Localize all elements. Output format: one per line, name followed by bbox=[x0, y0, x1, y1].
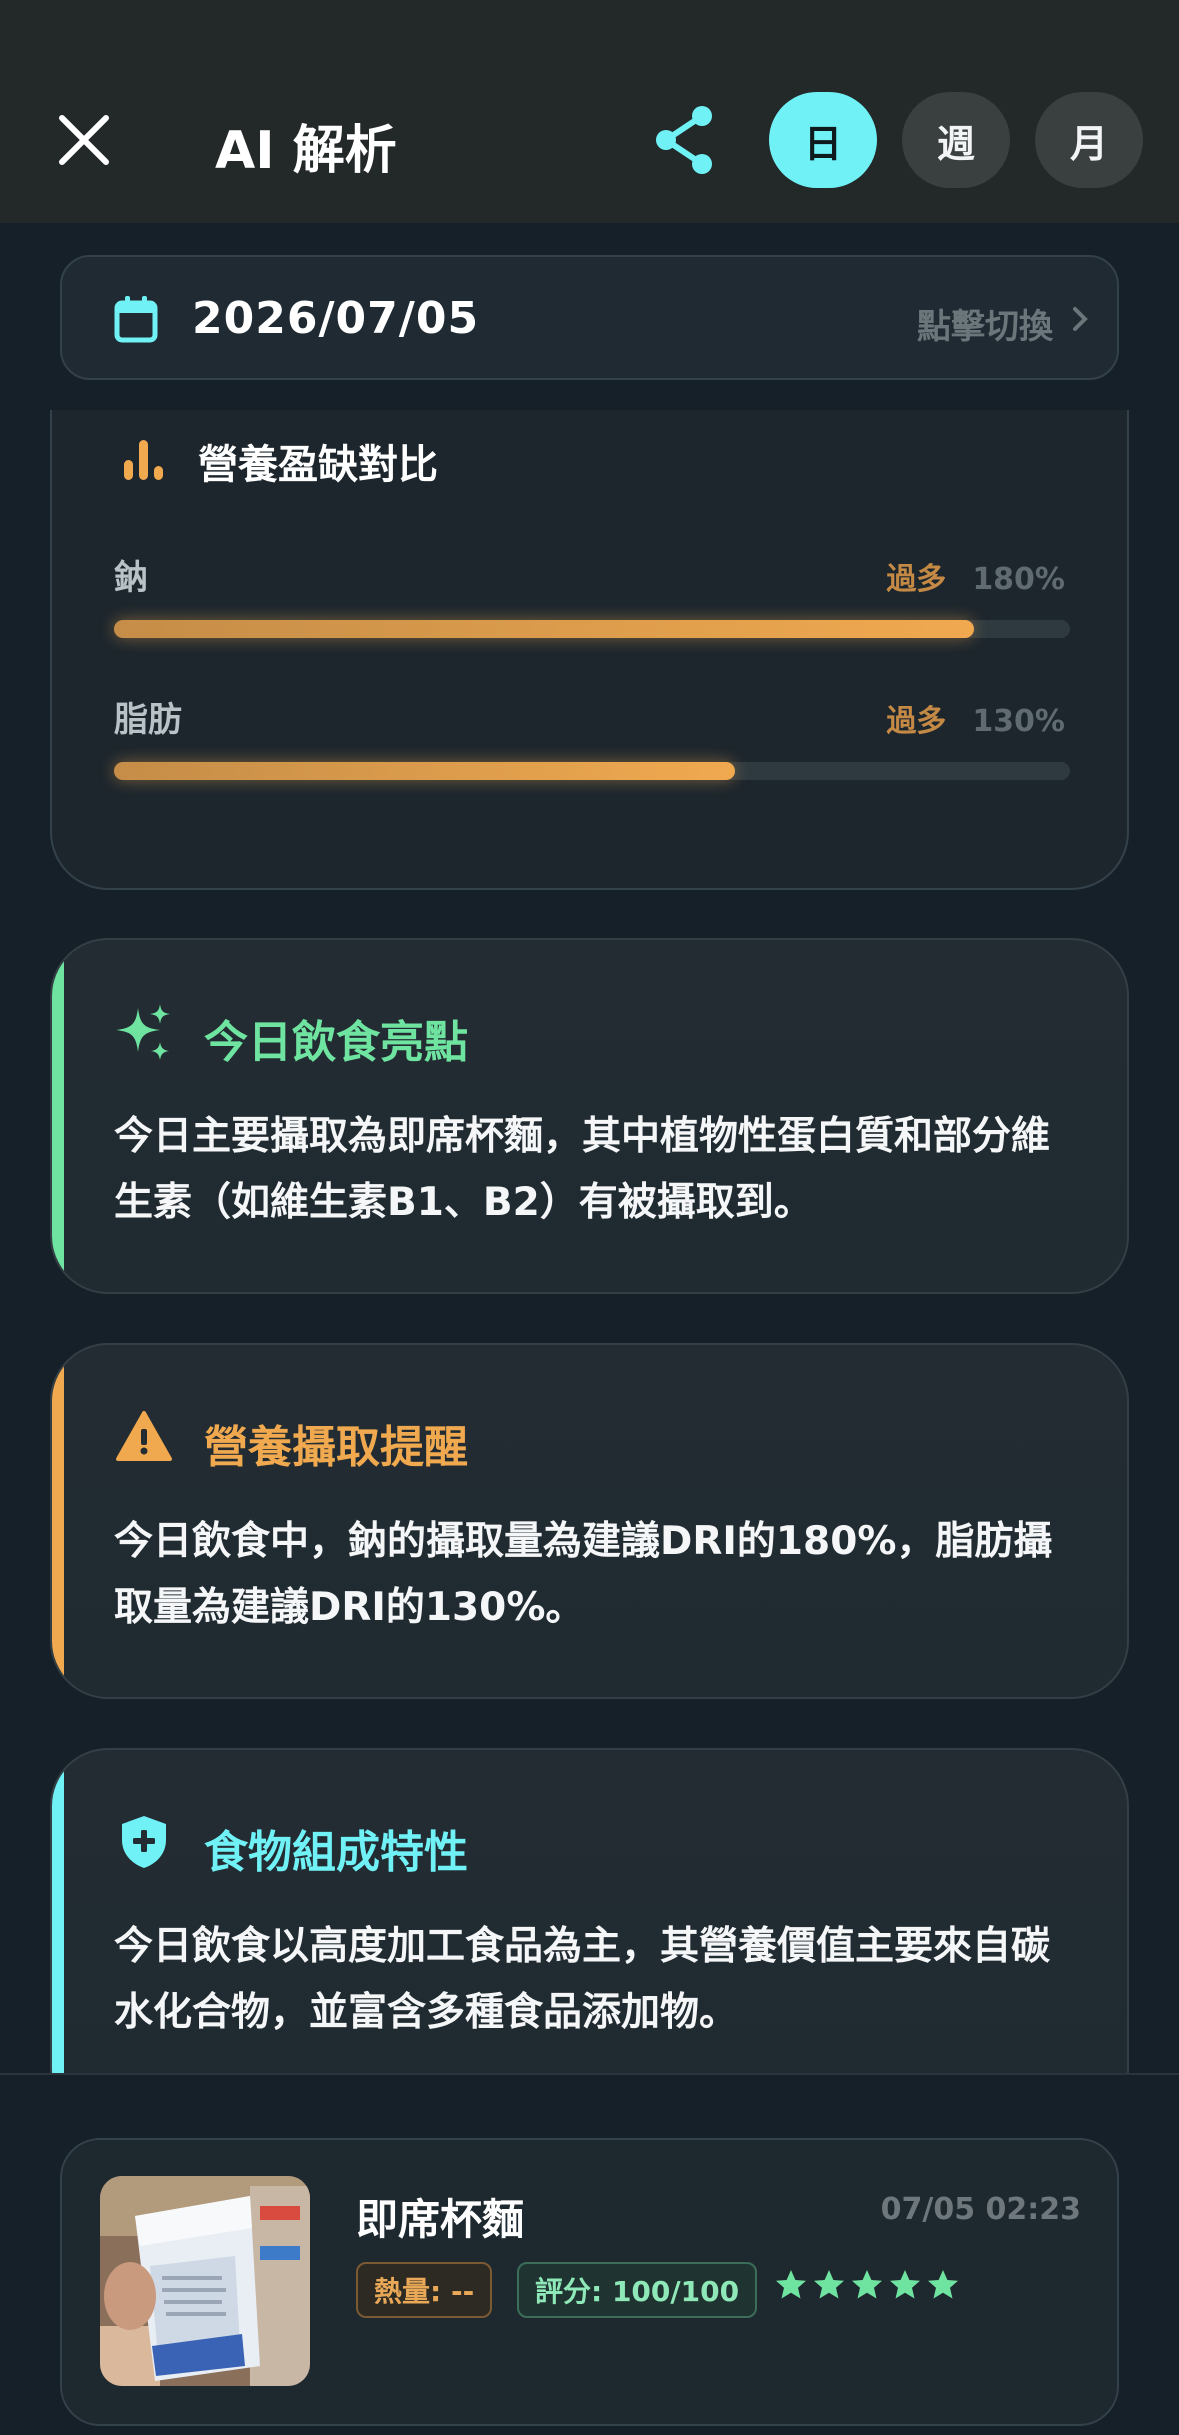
app-header: AI 解析 日 週 月 bbox=[0, 0, 1179, 223]
nutrient-bar-track bbox=[114, 762, 1070, 780]
selected-date: 2026/07/05 bbox=[192, 293, 480, 344]
insight-accent-bar bbox=[52, 1345, 64, 1697]
food-record-panel: 即席杯麵 07/05 02:23 熱量: -- 評分: 100/100 bbox=[0, 2073, 1179, 2435]
insight-body: 今日主要攝取為即席杯麵，其中植物性蛋白質和部分維生素（如維生素B1、B2）有被攝… bbox=[114, 1114, 1051, 1225]
nutrient-percent: 130% bbox=[972, 704, 1065, 739]
nutrient-bar-fill bbox=[114, 762, 736, 780]
warning-icon bbox=[116, 1411, 172, 1461]
nutrient-bar-track bbox=[114, 620, 1070, 638]
insight-accent-bar bbox=[52, 940, 64, 1292]
nutrient-bar-fill bbox=[114, 620, 975, 638]
rating-stars bbox=[774, 2268, 960, 2302]
insight-body: 今日飲食中，鈉的攝取量為建議DRI的180%，脂肪攝取量為建議DRI的130%。 bbox=[114, 1519, 1053, 1630]
nutrient-status-text: 過多 bbox=[886, 562, 947, 597]
close-icon[interactable] bbox=[54, 110, 114, 170]
insight-title: 營養攝取提醒 bbox=[204, 1422, 468, 1473]
food-record-card[interactable]: 即席杯麵 07/05 02:23 熱量: -- 評分: 100/100 bbox=[60, 2138, 1119, 2426]
star-icon bbox=[776, 2270, 806, 2299]
calories-badge: 熱量: -- bbox=[356, 2262, 493, 2318]
period-month-button[interactable]: 月 bbox=[1035, 92, 1143, 188]
nutrient-status-text: 過多 bbox=[886, 704, 947, 739]
nutrient-percent: 180% bbox=[972, 562, 1065, 597]
star-icon bbox=[814, 2270, 844, 2299]
score-badge: 評分: 100/100 bbox=[517, 2262, 758, 2318]
calendar-icon bbox=[114, 296, 158, 343]
nutrient-label: 鈉 bbox=[114, 558, 148, 598]
star-icon bbox=[890, 2270, 920, 2299]
insight-title: 食物組成特性 bbox=[204, 1827, 468, 1878]
sparkle-icon bbox=[116, 1004, 170, 1060]
period-week-button[interactable]: 週 bbox=[902, 92, 1010, 188]
shield-plus-icon bbox=[122, 1816, 166, 1868]
food-name: 即席杯麵 bbox=[356, 2195, 525, 2244]
chevron-right-icon bbox=[1073, 307, 1088, 331]
nutrition-comparison-card: 營養盈缺對比 鈉 過多 180% 脂肪 過多 130% bbox=[50, 370, 1129, 890]
switch-date-label: 點擊切換 bbox=[917, 307, 1053, 347]
page-title: AI 解析 bbox=[215, 121, 397, 181]
nutrient-status: 過多 130% bbox=[886, 696, 1065, 740]
food-photo bbox=[100, 2176, 310, 2386]
insight-card-highlights: 今日飲食亮點 今日主要攝取為即席杯麵，其中植物性蛋白質和部分維生素（如維生素B1… bbox=[50, 938, 1129, 1294]
nutrient-status: 過多 180% bbox=[886, 554, 1065, 598]
star-icon bbox=[852, 2270, 882, 2299]
period-day-button[interactable]: 日 bbox=[769, 92, 877, 188]
insight-body: 今日飲食以高度加工食品為主，其營養價值主要來自碳水化合物，並富含多種食品添加物。 bbox=[114, 1924, 1051, 2035]
star-icon bbox=[928, 2270, 958, 2299]
insight-card-reminder: 營養攝取提醒 今日飲食中，鈉的攝取量為建議DRI的180%，脂肪攝取量為建議DR… bbox=[50, 1343, 1129, 1699]
insight-title: 今日飲食亮點 bbox=[204, 1017, 468, 1068]
food-timestamp: 07/05 02:23 bbox=[880, 2192, 1081, 2227]
nutrition-title: 營養盈缺對比 bbox=[198, 442, 438, 488]
bar-chart-icon bbox=[124, 440, 163, 480]
insight-card-composition: 食物組成特性 今日飲食以高度加工食品為主，其營養價值主要來自碳水化合物，並富含多… bbox=[50, 1748, 1129, 2128]
nutrient-label: 脂肪 bbox=[114, 700, 182, 740]
insight-accent-bar bbox=[52, 1750, 64, 2126]
date-selector[interactable]: 2026/07/05 點擊切換 bbox=[60, 255, 1119, 380]
share-icon[interactable] bbox=[652, 104, 718, 176]
